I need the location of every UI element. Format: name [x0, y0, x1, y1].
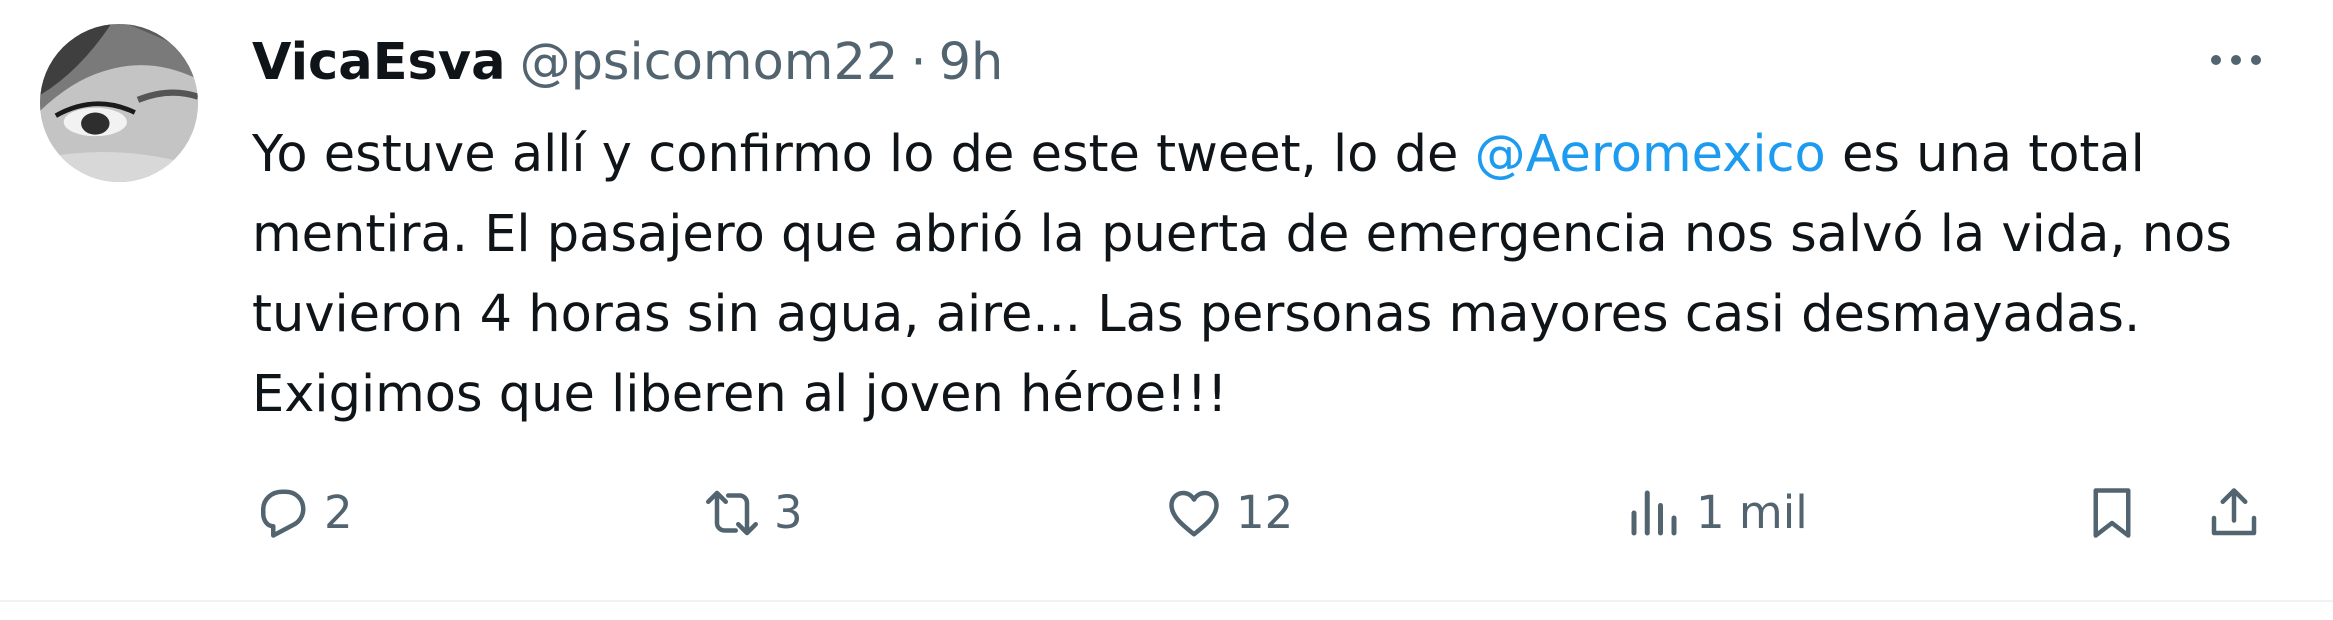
tweet-actions: 2 3 12 1 mil	[252, 475, 2292, 550]
retweet-icon	[706, 490, 758, 535]
more-options-button[interactable]	[2196, 30, 2276, 90]
like-icon	[1169, 490, 1219, 536]
share-icon	[2211, 487, 2257, 535]
avatar[interactable]	[40, 24, 198, 182]
share-button[interactable]	[2204, 475, 2264, 550]
reply-count: 2	[324, 486, 353, 539]
more-icon	[2211, 55, 2261, 65]
tweet-text-line-2: mentira. El pasajero que abrió la puerta…	[252, 205, 2232, 264]
tweet-header: VicaEsva @psicomom22 · 9h	[252, 22, 1003, 102]
bookmark-button[interactable]	[2082, 475, 2142, 550]
tweet-timestamp[interactable]: 9h	[939, 33, 1004, 92]
author-display-name[interactable]: VicaEsva	[252, 33, 506, 92]
mention-link[interactable]: @Aeromexico	[1475, 125, 1826, 184]
tweet-text-line-1: Yo estuve allí y confirmo lo de este twe…	[252, 115, 2292, 195]
retweet-count: 3	[774, 486, 803, 539]
views-count: 1 mil	[1696, 486, 1808, 539]
reply-icon	[261, 489, 306, 538]
bookmark-icon	[2093, 487, 2131, 538]
tweet-text-line-3: tuvieron 4 horas sin agua, aire... Las p…	[252, 285, 2141, 344]
tweet-card[interactable]: VicaEsva @psicomom22 · 9h Yo estuve allí…	[0, 0, 2333, 602]
tweet-text-line-4: Exigimos que liberen al joven héroe!!!	[252, 365, 1228, 424]
retweet-button[interactable]: 3	[702, 475, 803, 550]
header-separator: ·	[910, 32, 927, 92]
views-icon	[1631, 490, 1677, 535]
views-button[interactable]: 1 mil	[1624, 475, 1808, 550]
tweet-text: Yo estuve allí y confirmo lo de este twe…	[252, 115, 2292, 435]
text-segment: es una total	[1825, 125, 2145, 184]
text-segment: Yo estuve allí y confirmo lo de este twe…	[252, 125, 1475, 184]
reply-button[interactable]: 2	[252, 475, 353, 550]
like-count: 12	[1236, 486, 1294, 539]
author-handle[interactable]: @psicomom22	[520, 33, 899, 92]
tweet-divider	[0, 600, 2333, 602]
avatar-image	[40, 24, 198, 182]
like-button[interactable]: 12	[1164, 475, 1293, 550]
